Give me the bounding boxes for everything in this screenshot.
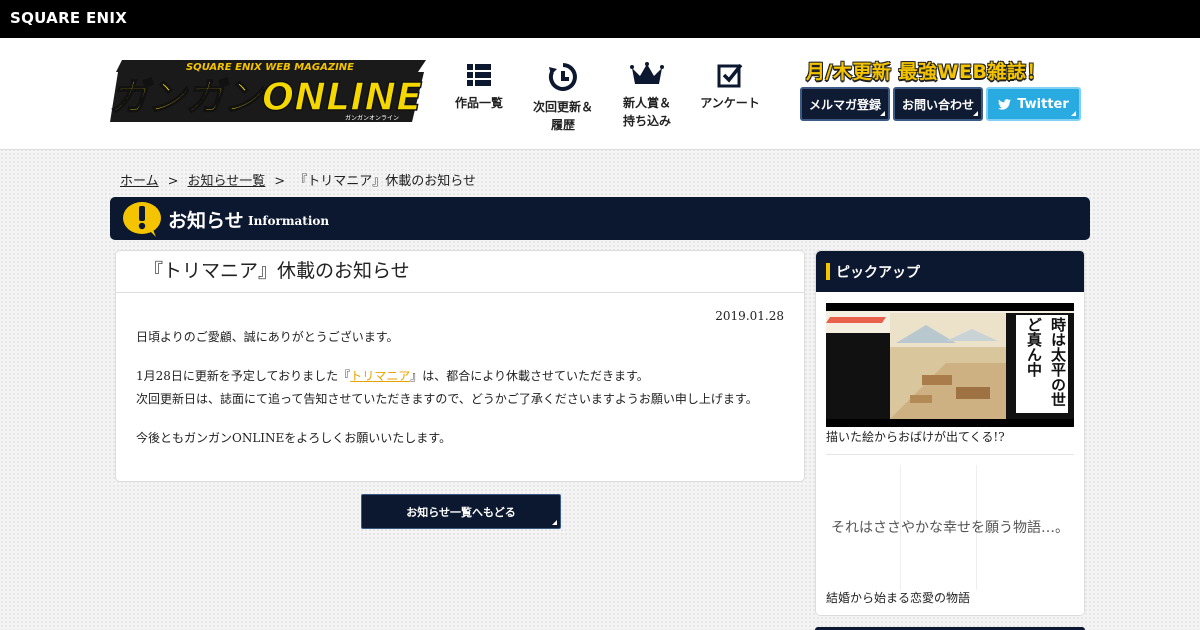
article-title: 『トリマニア』休載のお知らせ — [116, 251, 804, 293]
crown-icon — [630, 62, 664, 84]
sidebar-title: ピックアップ — [836, 265, 920, 281]
pickup-banner-2-text: それはささやかな幸せを願う物語…。 — [831, 520, 1069, 536]
clock-refresh-icon — [548, 63, 577, 91]
breadcrumb-separator: > — [274, 174, 286, 189]
tagline: 月/木更新 最強WEB雑誌！ — [806, 61, 1046, 83]
torimania-link[interactable]: トリマニア — [350, 369, 410, 383]
breadcrumb-separator: > — [167, 174, 179, 189]
pickup-caption-1[interactable]: 描いた絵からおばけが出てくる!? — [826, 428, 1005, 445]
gangan-online-logo[interactable]: SQUARE ENIX WEB MAGAZINE ガンガンONLINE ガンガン… — [110, 58, 428, 124]
pickup-banner-1-overlay: ど真ん中 — [1025, 317, 1043, 377]
breadcrumb-news-list-link[interactable]: お知らせ一覧 — [188, 174, 266, 189]
square-enix-logo[interactable]: SQUARE ENIX — [10, 9, 127, 27]
pickup-sidebar: ピックアップ 時は太平の世 ど真ん中 描いた絵からおばけが出てくる!? それはさ… — [815, 250, 1085, 616]
list-grid-icon — [467, 64, 491, 86]
section-header: お知らせ Information — [110, 197, 1090, 240]
nav-survey[interactable]: アンケート — [690, 62, 770, 112]
logo-ruby-text: ガンガンオンライン — [345, 114, 399, 122]
logo-top-text: SQUARE ENIX WEB MAGAZINE — [186, 62, 354, 73]
logo-main-text: ガンガンONLINE — [110, 75, 422, 119]
back-to-news-list-button[interactable]: お知らせ一覧へもどる — [361, 494, 561, 529]
back-button-label: お知らせ一覧へもどる — [406, 505, 516, 519]
breadcrumb-home-link[interactable]: ホーム — [120, 174, 159, 189]
exclamation-bubble-icon — [123, 202, 161, 237]
nav-next-update[interactable]: 次回更新＆ 履歴 — [523, 62, 603, 134]
pickup-caption-2[interactable]: 結婚から始まる恋愛の物語 — [826, 589, 970, 606]
nav-label: アンケート — [700, 96, 760, 110]
twitter-bird-icon — [998, 98, 1012, 110]
article-paragraph: 日頃よりのご愛顧、誠にありがとうございます。 — [136, 330, 399, 344]
twitter-button[interactable]: Twitter — [986, 87, 1081, 121]
divider — [826, 454, 1074, 455]
text-span: 1月28日に更新を予定しておりました『 — [136, 369, 351, 383]
section-subtitle: Information — [248, 214, 330, 228]
pickup-banner-2[interactable]: それはささやかな幸せを願う物語…。 — [826, 465, 1074, 590]
nav-label: 新人賞＆ 持ち込み — [622, 96, 671, 128]
nav-newcomer-award[interactable]: 新人賞＆ 持ち込み — [607, 62, 687, 130]
article-paragraph: 1月28日に更新を予定しておりました『トリマニア』は、都合により休載させていただ… — [136, 365, 649, 388]
checkbox-icon — [717, 63, 743, 88]
pickup-banner-1-overlay: 時は太平の世 — [1049, 317, 1067, 407]
nav-label: 作品一覧 — [454, 96, 503, 110]
contact-label: お問い合わせ — [901, 97, 974, 112]
breadcrumb-current: 『トリマニア』休載のお知らせ — [294, 174, 476, 189]
article-date: 2019.01.28 — [715, 309, 784, 323]
article-paragraph: 今後ともガンガンONLINEをよろしくお願いいたします。 — [136, 431, 452, 445]
twitter-label: Twitter — [1017, 96, 1069, 112]
site-header: SQUARE ENIX WEB MAGAZINE ガンガンONLINE ガンガン… — [0, 38, 1200, 150]
sidebar-accent — [826, 263, 830, 280]
pickup-banner-1[interactable]: 時は太平の世 ど真ん中 — [826, 303, 1074, 427]
article-card: 『トリマニア』休載のお知らせ 2019.01.28 日頃よりのご愛顧、誠にありが… — [115, 250, 805, 482]
sidebar-header: ピックアップ — [816, 251, 1084, 292]
mailmag-label: メルマガ登録 — [808, 97, 881, 112]
nav-works-list[interactable]: 作品一覧 — [439, 62, 519, 112]
article-paragraph: 次回更新日は、誌面にて追って告知させていただきますので、どうかご了承くださいます… — [136, 392, 758, 406]
contact-button[interactable]: お問い合わせ — [893, 87, 983, 121]
breadcrumb: ホーム > お知らせ一覧 > 『トリマニア』休載のお知らせ — [120, 170, 476, 189]
section-title: お知らせ — [168, 210, 244, 232]
mailmag-button[interactable]: メルマガ登録 — [800, 87, 890, 121]
corporate-bar: SQUARE ENIX — [0, 0, 1200, 38]
text-span: 』は、都合により休載させていただきます。 — [410, 369, 649, 383]
nav-label: 次回更新＆ 履歴 — [532, 100, 593, 132]
